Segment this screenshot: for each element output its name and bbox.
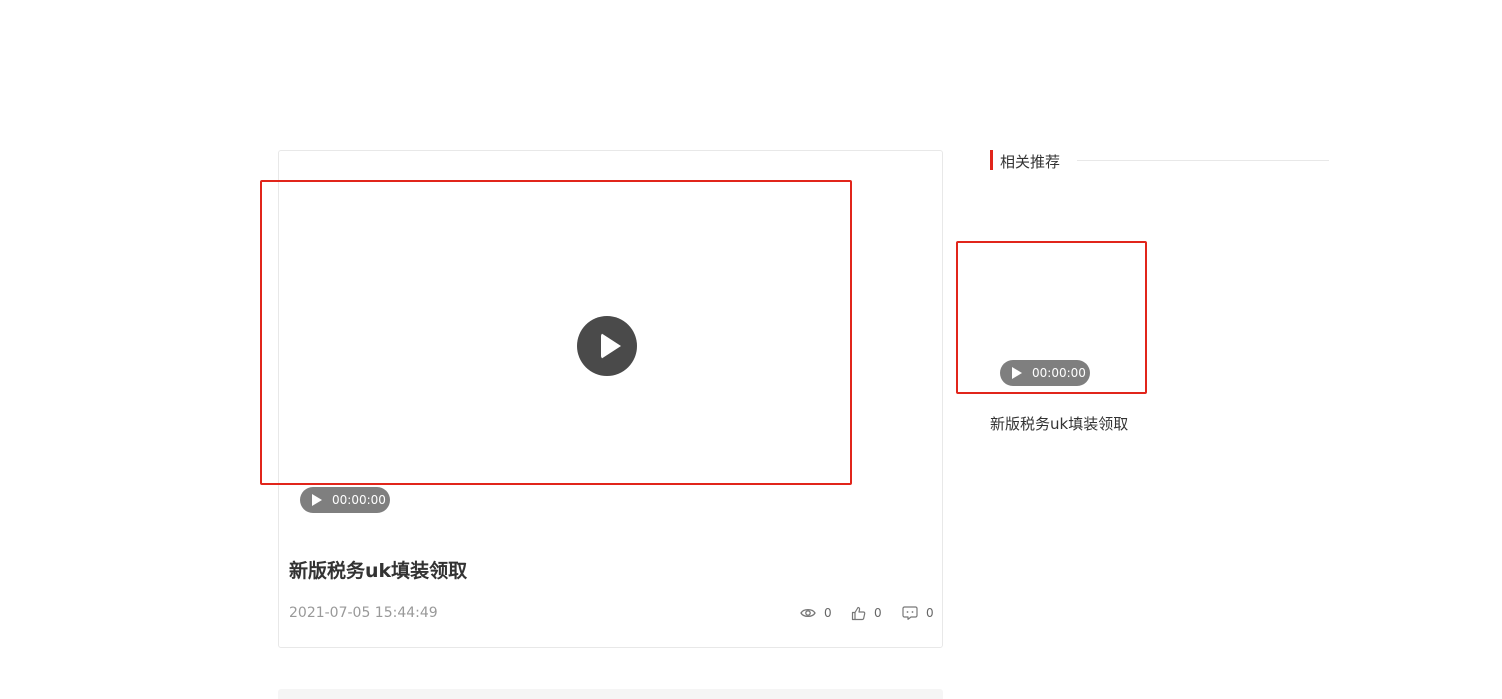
eye-icon	[800, 608, 816, 618]
duration-text: 00:00:00	[1032, 366, 1086, 380]
views-count: 0	[824, 606, 832, 620]
publish-date: 2021-07-05 15:44:49	[289, 605, 438, 621]
views-stat: 0	[800, 604, 832, 622]
likes-stat[interactable]: 0	[851, 604, 882, 622]
page: 00:00:00 新版税务uk填装领取 2021-07-05 15:44:49 …	[0, 0, 1502, 699]
comments-stat[interactable]: 0	[902, 604, 934, 622]
related-video-duration-badge: 00:00:00	[1000, 360, 1090, 386]
duration-text: 00:00:00	[332, 493, 386, 507]
thumbs-up-icon	[851, 606, 866, 620]
play-icon	[312, 494, 322, 506]
video-title: 新版税务uk填装领取	[289, 560, 468, 582]
related-heading: 相关推荐	[1000, 153, 1061, 171]
play-icon	[1012, 367, 1022, 379]
video-player[interactable]	[260, 180, 852, 485]
related-video-title[interactable]: 新版税务uk填装领取	[990, 413, 1128, 434]
next-section-card	[278, 689, 943, 699]
comment-icon	[902, 606, 918, 620]
heading-divider	[1077, 160, 1329, 161]
comments-count: 0	[926, 606, 934, 620]
likes-count: 0	[874, 606, 882, 620]
heading-accent-bar	[990, 150, 993, 170]
play-button[interactable]	[577, 316, 637, 376]
video-duration-badge: 00:00:00	[300, 487, 390, 513]
